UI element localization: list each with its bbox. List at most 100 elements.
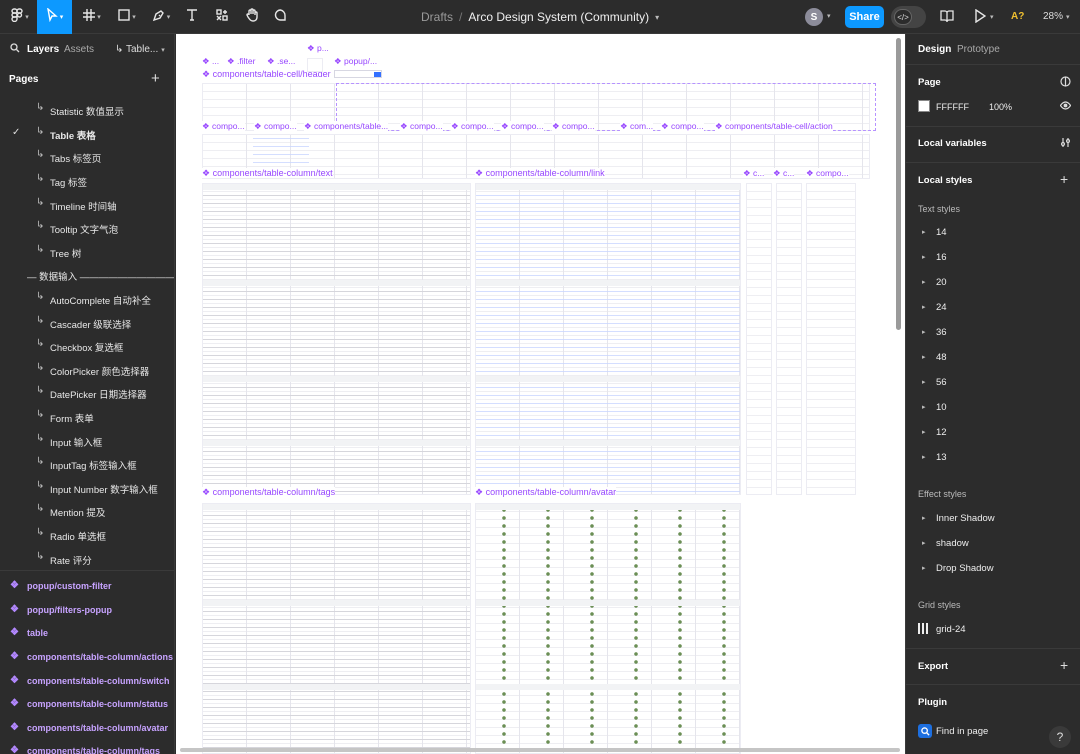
page-selector[interactable]: ↳ Table... ▾ bbox=[115, 44, 165, 55]
text-style-item[interactable]: ▸ 36 bbox=[906, 323, 1080, 343]
add-page-plus-icon[interactable]: + bbox=[151, 70, 160, 87]
page-color-swatch[interactable] bbox=[918, 100, 930, 112]
expand-column-frame[interactable] bbox=[806, 183, 856, 495]
page-item[interactable]: ↳ Tabs 标签页 bbox=[0, 147, 174, 167]
page-item[interactable]: ↳ ColorPicker 颜色选择器 bbox=[0, 360, 174, 380]
frame-label[interactable]: ❖ components/table-cell/action bbox=[715, 121, 833, 131]
frame-label[interactable]: ❖ compo... bbox=[661, 121, 704, 131]
page-item[interactable]: ↳ Input Number 数字输入框 bbox=[0, 478, 174, 498]
frame-tool-button[interactable]: ▾ bbox=[78, 0, 106, 34]
effect-style-item[interactable]: ▸ Drop Shadow bbox=[906, 559, 1080, 579]
tab-prototype[interactable]: Prototype bbox=[957, 44, 1000, 55]
page-item[interactable]: ↳ Tooltip 文字气泡 bbox=[0, 218, 174, 238]
find-in-page-search-icon[interactable] bbox=[918, 724, 932, 738]
frame-label[interactable]: ❖ compo... bbox=[806, 168, 849, 178]
page-divider[interactable]: — 数据输入 ——————————... bbox=[0, 265, 174, 285]
radio-column-frame[interactable] bbox=[776, 183, 802, 495]
text-column-frame[interactable] bbox=[202, 183, 471, 495]
chevron-down-icon[interactable]: ▾ bbox=[827, 12, 831, 20]
frame-label[interactable]: ❖ popup/... bbox=[334, 56, 378, 66]
find-in-page-plugin[interactable]: Find in page bbox=[936, 726, 988, 737]
share-button[interactable]: Share bbox=[845, 6, 884, 28]
page-item[interactable]: ↳ Radio 单选框 bbox=[0, 525, 174, 545]
resources-button[interactable] bbox=[213, 0, 231, 34]
variables-sliders-icon[interactable] bbox=[1060, 137, 1071, 151]
layer-item[interactable]: ❖ components/table-column/status bbox=[0, 695, 174, 715]
frame-label[interactable]: ❖ compo... bbox=[400, 121, 443, 131]
horizontal-scrollbar[interactable] bbox=[180, 748, 900, 752]
layer-item[interactable]: ❖ components/table-column/avatar bbox=[0, 719, 174, 739]
text-style-item[interactable]: ▸ 13 bbox=[906, 448, 1080, 468]
frame-label[interactable]: ❖ com... bbox=[620, 121, 654, 131]
page-item[interactable]: ↳ Input 输入框 bbox=[0, 431, 174, 451]
text-style-item[interactable]: ▸ 10 bbox=[906, 398, 1080, 418]
frame-label[interactable]: ❖ ... bbox=[202, 56, 220, 66]
text-tool-button[interactable] bbox=[183, 0, 201, 34]
frame-label[interactable]: ❖ c... bbox=[743, 168, 765, 178]
comment-tool-button[interactable] bbox=[271, 0, 289, 34]
text-style-item[interactable]: ▸ 20 bbox=[906, 273, 1080, 293]
popup-frame[interactable] bbox=[307, 58, 323, 72]
frame-label[interactable]: ❖ compo... bbox=[254, 121, 297, 131]
page-item[interactable]: ↳ InputTag 标签输入框 bbox=[0, 454, 174, 474]
frame-label[interactable]: ❖ components/table-column/link bbox=[475, 168, 605, 178]
frame-label[interactable]: ❖ components/table-column/avatar bbox=[475, 487, 617, 497]
dev-mode-toggle[interactable]: </> bbox=[891, 6, 926, 28]
frame-label[interactable]: ❖ components/table... bbox=[304, 121, 389, 131]
frame-label[interactable]: ❖ c... bbox=[773, 168, 795, 178]
page-color-hex[interactable]: FFFFFF bbox=[936, 102, 969, 112]
text-style-item[interactable]: ▸ 48 bbox=[906, 348, 1080, 368]
frame-label[interactable]: ❖ components/table-column/tags bbox=[202, 487, 336, 497]
frame-label[interactable]: ❖ compo... bbox=[501, 121, 544, 131]
page-item[interactable]: ↳ Timeline 时间轴 bbox=[0, 195, 174, 215]
grid-style-label[interactable]: grid-24 bbox=[936, 624, 966, 635]
page-item[interactable]: ↳ Cascader 级联选择 bbox=[0, 313, 174, 333]
text-style-item[interactable]: ▸ 14 bbox=[906, 223, 1080, 243]
pen-tool-button[interactable]: ▾ bbox=[147, 0, 175, 34]
text-style-item[interactable]: ▸ 16 bbox=[906, 248, 1080, 268]
layer-item[interactable]: ❖ components/table-column/tags bbox=[0, 742, 174, 754]
avatar[interactable]: S bbox=[805, 8, 823, 26]
canvas[interactable]: ❖ ... ❖ .filter ❖ .se... ❖ p... ❖ popup/… bbox=[176, 34, 905, 754]
page-item[interactable]: ↳ Tag 标签 bbox=[0, 171, 174, 191]
present-play-icon[interactable] bbox=[974, 8, 987, 26]
text-style-item[interactable]: ▸ 12 bbox=[906, 423, 1080, 443]
accessibility-badge[interactable]: A? bbox=[1011, 11, 1024, 22]
zoom-level[interactable]: 28% bbox=[1043, 11, 1063, 22]
file-name[interactable]: Arco Design System (Community) bbox=[468, 10, 649, 24]
add-style-plus-icon[interactable]: + bbox=[1060, 171, 1068, 187]
text-style-item[interactable]: ▸ 24 bbox=[906, 298, 1080, 318]
page-item[interactable]: ↳ Form 表单 bbox=[0, 407, 174, 427]
text-style-item[interactable]: ▸ 56 bbox=[906, 373, 1080, 393]
frame-label[interactable]: ❖ components/table-column/text bbox=[202, 168, 333, 178]
help-button[interactable]: ? bbox=[1049, 726, 1071, 748]
main-menu-button[interactable]: ▾ bbox=[4, 0, 36, 34]
search-icon[interactable] bbox=[10, 43, 20, 56]
frame-label[interactable]: ❖ .se... bbox=[267, 56, 296, 66]
page-settings-icon[interactable] bbox=[1060, 76, 1071, 90]
tab-layers[interactable]: Layers bbox=[27, 44, 59, 55]
local-variables-header[interactable]: Local variables bbox=[918, 138, 987, 149]
layer-item[interactable]: ❖ popup/filters-popup bbox=[0, 601, 174, 621]
page-item[interactable]: ↳ AutoComplete 自动补全 bbox=[0, 289, 174, 309]
page-item[interactable]: ↳ DatePicker 日期选择器 bbox=[0, 383, 174, 403]
checkbox-column-frame[interactable] bbox=[746, 183, 772, 495]
add-export-plus-icon[interactable]: + bbox=[1060, 657, 1068, 673]
chevron-down-icon[interactable]: ▾ bbox=[655, 13, 659, 22]
frame-label[interactable]: ❖ compo... bbox=[552, 121, 595, 131]
eye-icon[interactable] bbox=[1059, 100, 1072, 114]
frame-label[interactable]: ❖ compo... bbox=[202, 121, 245, 131]
hand-tool-button[interactable] bbox=[243, 0, 261, 34]
effect-style-item[interactable]: ▸ shadow bbox=[906, 534, 1080, 554]
tab-design[interactable]: Design bbox=[918, 44, 951, 55]
page-item[interactable]: ↳ Checkbox 复选框 bbox=[0, 336, 174, 356]
page-item[interactable]: ↳ Statistic 数值显示 bbox=[0, 100, 174, 120]
tags-column-frame[interactable] bbox=[202, 503, 471, 754]
layer-item[interactable]: ❖ components/table-column/switch bbox=[0, 672, 174, 692]
frame-label[interactable]: ❖ compo... bbox=[451, 121, 494, 131]
breadcrumb-drafts-link[interactable]: Drafts bbox=[421, 10, 453, 24]
tab-assets[interactable]: Assets bbox=[64, 44, 94, 55]
link-column-frame[interactable] bbox=[475, 183, 741, 495]
layer-item[interactable]: ❖ components/table-column/actions bbox=[0, 648, 174, 668]
frame-label[interactable]: ❖ p... bbox=[307, 43, 329, 53]
